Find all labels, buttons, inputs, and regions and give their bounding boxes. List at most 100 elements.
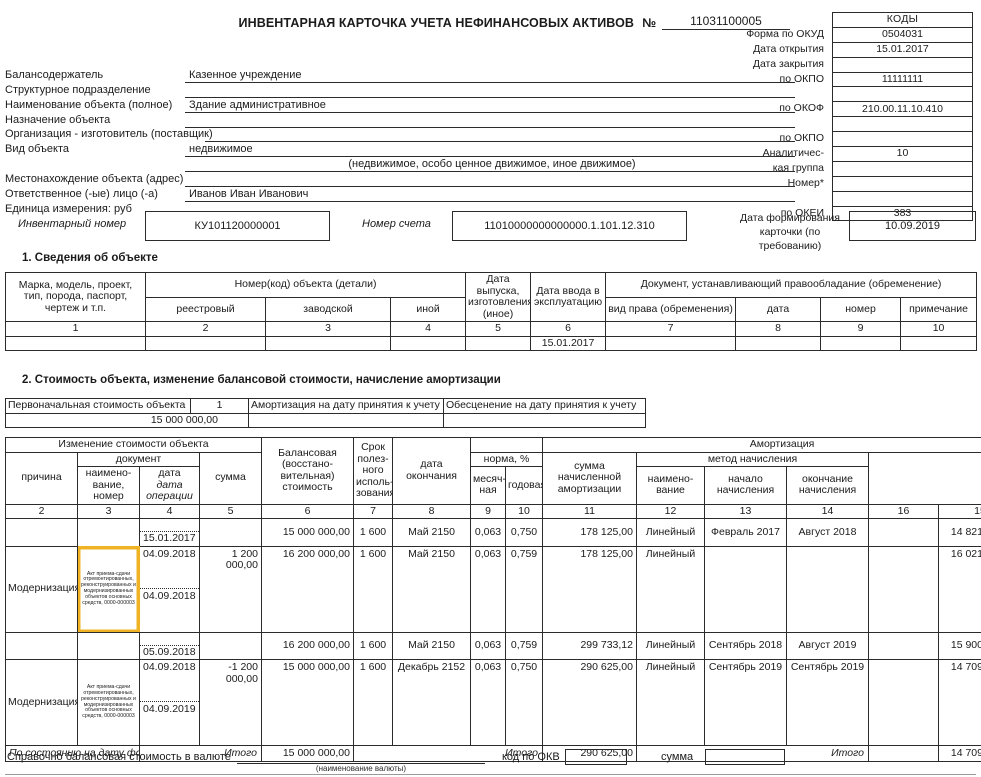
s2-r2-norm-year[interactable]: 0,759	[505, 631, 543, 660]
s2-r0-accrual-end[interactable]: Август 2018	[786, 518, 869, 547]
s1-cell-0[interactable]	[5, 335, 146, 351]
s2-r2-balance[interactable]: 16 200 000,00	[261, 631, 354, 660]
codes-value-11[interactable]	[832, 190, 973, 207]
s2-r1-doc-date-top[interactable]: 04.09.2018	[139, 545, 200, 589]
s2-r0-accrued[interactable]: 178 125,00	[542, 518, 637, 547]
table-row[interactable]: 15.01.2017	[5, 335, 978, 351]
s2-r2-reason[interactable]	[5, 631, 78, 660]
s2-r2-doc-date-bottom[interactable]: 05.09.2018	[139, 645, 200, 660]
s2-r1-useful-life[interactable]: 1 600	[353, 545, 393, 633]
s2-r1-end-date[interactable]: Май 2150	[392, 545, 471, 633]
s2-r1-doc-name[interactable]: Акт приема-сдачи отремонтированных, реко…	[77, 545, 140, 633]
s2-r0-accrual-start[interactable]: Февраль 2017	[704, 518, 787, 547]
s2-r3-balance[interactable]: 15 000 000,00	[261, 659, 354, 746]
s2-r2-impairment[interactable]	[868, 631, 939, 660]
codes-value-10[interactable]	[832, 175, 973, 192]
table-row[interactable]: 15 000 000,00 1 600 Май 2150 0,063 0,750…	[5, 518, 981, 547]
s1-cell-5[interactable]: 15.01.2017	[530, 335, 607, 351]
s2-r1-reason[interactable]: Модернизация	[5, 545, 78, 633]
codes-value-5[interactable]: 210.00.11.10.410	[832, 101, 973, 118]
s2-r0-doc-name[interactable]	[77, 518, 140, 547]
s2-r0-impairment[interactable]	[868, 518, 939, 547]
field-value-7[interactable]	[185, 173, 795, 188]
field-value-3[interactable]	[185, 114, 795, 128]
field-value-1[interactable]	[185, 84, 795, 98]
s2-r1-norm-year[interactable]: 0,759	[505, 545, 543, 633]
codes-value-9[interactable]	[832, 160, 973, 177]
s2-r3-accrual-end[interactable]: Сентябрь 2019	[786, 659, 869, 746]
account-number-value[interactable]: 11010000000000000.1.101.12.310	[452, 211, 687, 241]
sum-input[interactable]	[705, 749, 785, 765]
s2-r2-accrual-start[interactable]: Сентябрь 2018	[704, 631, 787, 660]
codes-value-3[interactable]: 11111111	[832, 71, 973, 88]
currency-name-input[interactable]	[237, 750, 485, 764]
s2-r0-reason[interactable]	[5, 518, 78, 547]
s1-cell-8[interactable]	[820, 335, 902, 351]
s2-r2-accrued[interactable]: 299 733,12	[542, 631, 637, 660]
s2-r1-impairment[interactable]	[868, 545, 939, 633]
s2-r3-doc-date-top[interactable]: 04.09.2018	[139, 659, 200, 702]
codes-value-8[interactable]: 10	[832, 146, 973, 162]
s2-r3-doc-name[interactable]: Акт приема-сдачи отремонтированных, реко…	[77, 659, 140, 746]
s2-r3-accrual-start[interactable]: Сентябрь 2019	[704, 659, 787, 746]
s2-r1-amount[interactable]: 1 200 000,00	[199, 545, 262, 633]
cost-value-depreciation[interactable]	[248, 412, 444, 428]
s2-r2-doc-date-top[interactable]	[139, 631, 200, 646]
table-row[interactable]: 16 200 000,00 1 600 Май 2150 0,063 0,759…	[5, 631, 981, 660]
s2-r1-accrual-end[interactable]	[786, 545, 869, 633]
codes-value-4[interactable]	[832, 86, 973, 103]
s1-cell-4[interactable]	[465, 335, 532, 351]
s1-cell-7[interactable]	[735, 335, 822, 351]
inventory-number-value[interactable]: КУ101120000001	[145, 211, 330, 241]
s2-r0-norm-month[interactable]: 0,063	[470, 518, 506, 547]
field-value-4[interactable]	[205, 128, 795, 143]
s2-r0-doc-date-top[interactable]	[139, 518, 200, 532]
s2-r0-end-date[interactable]: Май 2150	[392, 518, 471, 547]
s1-cell-6[interactable]	[605, 335, 737, 351]
s2-r3-doc-date-bottom[interactable]: 04.09.2019	[139, 701, 200, 746]
table-row[interactable]: Модернизация Акт приема-сдачи отремонтир…	[5, 545, 981, 633]
cost-value-row[interactable]: 15 000 000,00	[5, 412, 646, 428]
s2-r0-balance[interactable]: 15 000 000,00	[261, 518, 354, 547]
s2-r1-accrued[interactable]: 178 125,00	[542, 545, 637, 633]
codes-value-7[interactable]	[832, 131, 973, 148]
codes-value-6[interactable]	[832, 116, 973, 133]
s2-r0-doc-date-bottom[interactable]: 15.01.2017	[139, 531, 200, 547]
s2-r2-residual[interactable]: 15 900 266,88	[937, 631, 981, 660]
s2-r0-useful-life[interactable]: 1 600	[353, 518, 393, 547]
s1-cell-9[interactable]	[900, 335, 978, 351]
s2-r3-norm-month[interactable]: 0,063	[470, 659, 506, 746]
s2-r1-accrual-start[interactable]	[704, 545, 787, 633]
s2-r3-residual[interactable]: 14 709 375,00	[937, 659, 981, 746]
s2-r1-norm-month[interactable]: 0,063	[470, 545, 506, 633]
s2-r0-norm-year[interactable]: 0,750	[505, 518, 543, 547]
formed-date-value[interactable]: 10.09.2019	[849, 211, 976, 241]
field-value-0[interactable]: Казенное учреждение	[185, 69, 795, 83]
codes-value-1[interactable]: 15.01.2017	[832, 41, 973, 58]
s2-r2-end-date[interactable]: Май 2150	[392, 631, 471, 660]
s1-cell-3[interactable]	[389, 335, 467, 351]
s2-r1-doc-date-bottom[interactable]: 04.09.2018	[139, 588, 200, 633]
codes-value-2[interactable]	[832, 56, 973, 73]
cost-value-impairment[interactable]	[443, 412, 646, 428]
s2-r3-method[interactable]: Линейный	[636, 659, 705, 746]
field-value-2[interactable]: Здание административное	[185, 99, 795, 113]
s2-r0-method[interactable]: Линейный	[636, 518, 705, 547]
okv-code-input[interactable]	[565, 749, 627, 765]
s2-r2-useful-life[interactable]: 1 600	[353, 631, 393, 660]
s2-r2-method[interactable]: Линейный	[636, 631, 705, 660]
s1-cell-1[interactable]	[145, 335, 266, 351]
field-value-8[interactable]: Иванов Иван Иванович	[185, 188, 795, 203]
s2-r3-useful-life[interactable]: 1 600	[353, 659, 393, 746]
s2-r1-residual[interactable]: 16 021 875,00	[937, 545, 981, 633]
s2-r2-accrual-end[interactable]: Август 2019	[786, 631, 869, 660]
s2-r1-balance[interactable]: 16 200 000,00	[261, 545, 354, 633]
table-row[interactable]: Модернизация Акт приема-сдачи отремонтир…	[5, 659, 981, 746]
s2-r3-end-date[interactable]: Декабрь 2152	[392, 659, 471, 746]
s2-r3-amount[interactable]: -1 200 000,00	[199, 659, 262, 746]
s2-r3-norm-year[interactable]: 0,750	[505, 659, 543, 746]
s1-cell-2[interactable]	[265, 335, 391, 351]
s2-r2-amount[interactable]	[199, 631, 262, 660]
s2-r2-doc-name[interactable]	[77, 631, 140, 660]
field-value-5[interactable]: недвижимое	[185, 143, 795, 158]
